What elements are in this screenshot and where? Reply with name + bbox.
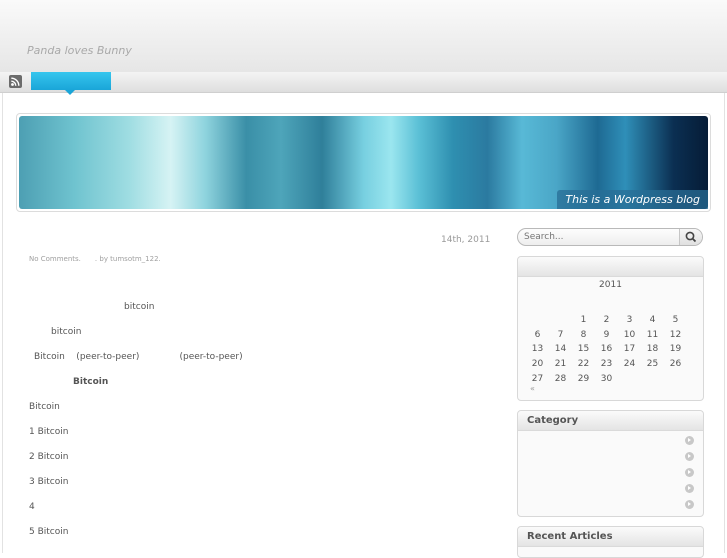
arrow-circle-icon[interactable] [685,484,694,493]
banner: This is a Wordpress blog [16,113,711,212]
calendar-day: 28 [554,373,567,384]
post-line: 2 Bitcoin [29,452,69,462]
post-line: Bitcoin (peer-to-peer) (peer-to-peer) [34,352,243,362]
calendar-day: 30 [600,373,613,384]
post-line: 3 Bitcoin [29,477,69,487]
post-line: Bitcoin [29,402,60,412]
arrow-circle-icon[interactable] [685,500,694,509]
search-input[interactable] [524,230,674,244]
calendar-week: 6 7 8 9 10 11 12 [526,322,687,340]
site-header: Panda loves Bunny [0,0,727,73]
search-button[interactable] [679,229,702,245]
post-line: 5 Bitcoin [29,527,69,537]
post-author: . by tumsotm_122. [94,255,161,263]
recent-articles-widget: Recent Articles [517,526,704,558]
post-line: 1 Bitcoin [29,427,69,437]
category-title: Category [518,411,703,431]
calendar-week: 27 28 29 30 [526,366,687,384]
calendar-week: 13 14 15 16 17 18 19 [526,336,687,354]
calendar-prev-link[interactable]: « [530,384,535,393]
calendar-title: 2011 [599,280,622,290]
arrow-circle-icon[interactable] [685,452,694,461]
calendar-day: 29 [577,373,590,384]
search-box [517,228,703,246]
comments-link[interactable]: No Comments. [29,255,81,263]
category-list [685,436,694,516]
category-widget: Category [517,410,704,517]
post-date: 14th, 2011 [441,235,491,245]
magnifier-icon [685,231,697,243]
arrow-circle-icon[interactable] [685,436,694,445]
post-line: bitcoin [51,327,82,337]
calendar-header [518,257,703,277]
recent-articles-title: Recent Articles [518,527,703,547]
post-line: bitcoin [124,302,155,312]
calendar-widget: 2011 12345 6 7 8 9 10 11 12 13 14 15 16 17 18 19 20 2… [517,256,704,401]
calendar-grid: 12345 6 7 8 9 10 11 12 13 14 15 16 17 18 19 20 21 22 23… [526,307,687,384]
post-meta: No Comments. . by tumsotm_122. [29,255,175,263]
nav-item-home[interactable] [31,72,111,95]
post-heading: Bitcoin [73,377,109,387]
post-line: 4 [29,502,35,512]
site-title[interactable]: Panda loves Bunny [27,44,132,57]
banner-caption: This is a Wordpress blog [557,190,708,209]
main-nav [0,72,727,95]
calendar-week: 12345 [526,307,687,325]
rss-icon[interactable] [9,75,22,88]
arrow-circle-icon[interactable] [685,468,694,477]
calendar-week: 20 21 22 23 24 25 26 [526,351,687,369]
